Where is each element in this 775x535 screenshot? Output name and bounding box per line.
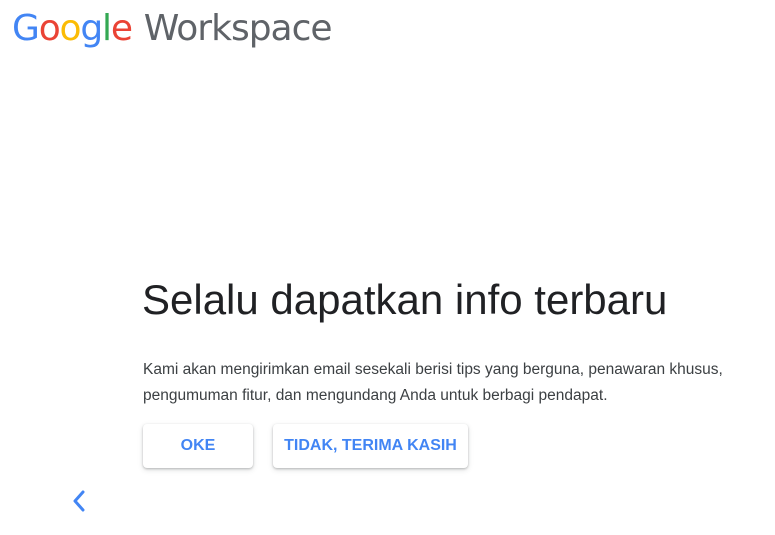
page-description: Kami akan mengirimkan email sesekali ber… bbox=[143, 361, 723, 404]
google-workspace-logo: Google Workspace bbox=[12, 8, 333, 56]
ok-button[interactable]: OKE bbox=[143, 424, 253, 468]
back-button[interactable] bbox=[66, 486, 92, 516]
logo-letter: l bbox=[102, 8, 112, 49]
logo-letter: g bbox=[80, 8, 103, 49]
google-wordmark: Google bbox=[12, 8, 133, 49]
logo-letter: o bbox=[59, 8, 82, 49]
logo-letter: o bbox=[38, 8, 61, 49]
logo-product-name: Workspace bbox=[143, 8, 333, 49]
logo-letter: e bbox=[110, 8, 133, 49]
page-title: Selalu dapatkan info terbaru bbox=[142, 276, 668, 323]
logo-letter: G bbox=[12, 8, 40, 49]
decline-button[interactable]: TIDAK, TERIMA KASIH bbox=[273, 424, 468, 468]
page: Google Workspace Selalu dapatkan info te… bbox=[0, 0, 775, 535]
chevron-left-icon bbox=[73, 490, 85, 512]
